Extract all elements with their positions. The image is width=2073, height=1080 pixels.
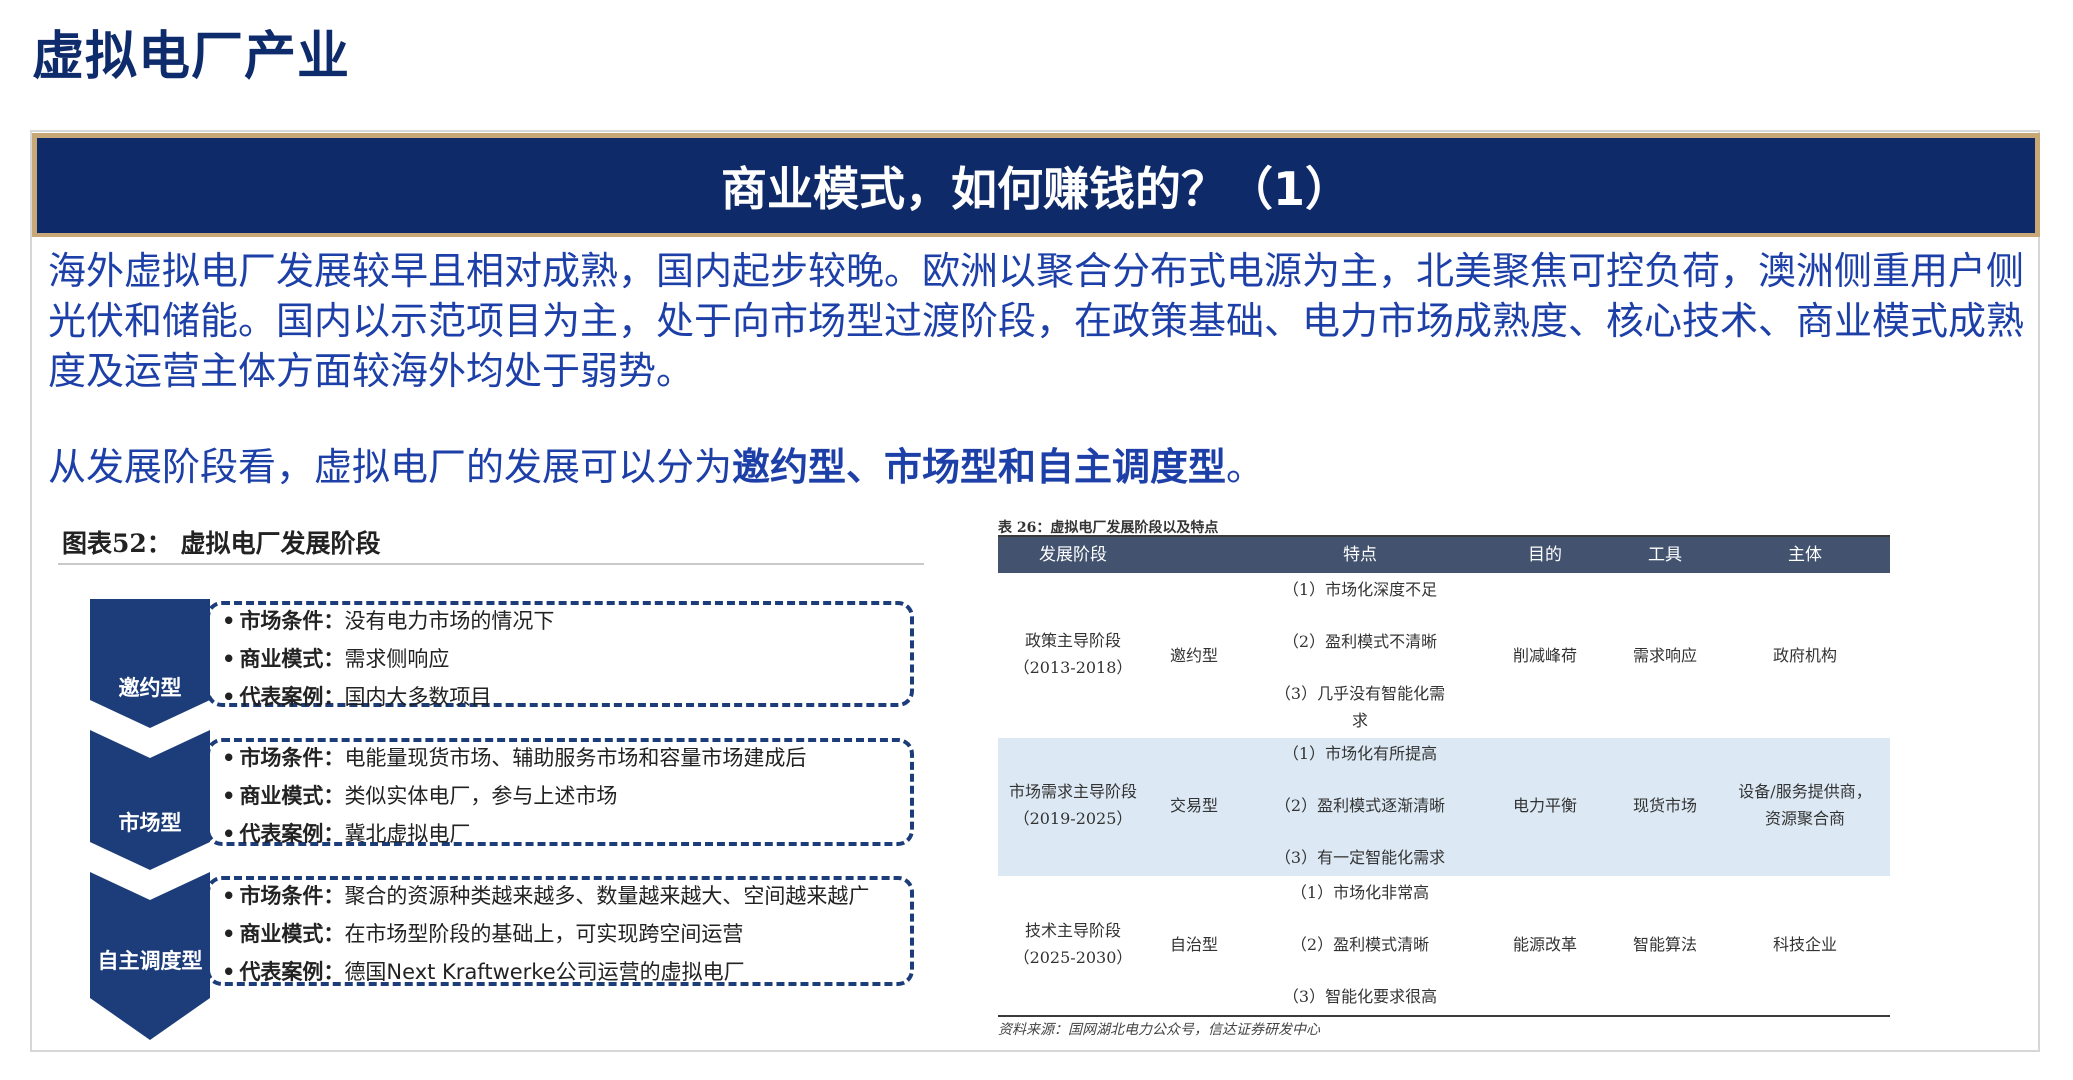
stage-label-1: 邀约型	[118, 676, 182, 700]
stage-3-bullet-2: • 商业模式：在市场型阶段的基础上，可实现跨空间运营	[222, 922, 744, 946]
stage-1-bullet-2: • 商业模式：需求侧响应	[222, 647, 450, 671]
row-2-stage: 市场需求主导阶段	[1008, 782, 1137, 801]
row-3-subject: 科技企业	[1772, 935, 1837, 954]
stage-2-bullet-1: • 市场条件：电能量现货市场、辅助服务市场和容量市场建成后	[222, 746, 807, 770]
chevron-stage-2	[90, 730, 210, 870]
stage-1-bullet-3: • 代表案例：国内大多数项目	[222, 685, 492, 709]
stage-1-bullet-1: • 市场条件：没有电力市场的情况下	[222, 609, 555, 633]
row-1-tool: 需求响应	[1632, 646, 1697, 665]
row-3-stage: 技术主导阶段	[1024, 921, 1121, 940]
row-3-feature-3: （3）智能化要求很高	[1282, 987, 1438, 1006]
row-3-feature-2: （2）盈利模式清晰	[1290, 935, 1430, 954]
row-3-feature-1: （1）市场化非常高	[1290, 883, 1430, 902]
stage-2-bullet-3: • 代表案例：冀北虚拟电厂	[222, 822, 471, 846]
table-header-features: 特点	[1343, 545, 1377, 565]
row-1-purpose: 削减峰荷	[1512, 646, 1577, 665]
table-header-subject: 主体	[1788, 545, 1822, 565]
row-2-type: 交易型	[1169, 796, 1218, 815]
stage-label-2: 市场型	[118, 811, 182, 835]
row-2-feature-1: （1）市场化有所提高	[1282, 744, 1438, 763]
row-1-feature-1: （1）市场化深度不足	[1282, 580, 1438, 599]
stage-label-3: 自主调度型	[97, 949, 203, 973]
table-header-stage: 发展阶段	[1039, 545, 1107, 565]
row-1-period: （2013-2018）	[1013, 658, 1133, 677]
chevron-stage-1	[90, 599, 210, 728]
row-2-purpose: 电力平衡	[1512, 796, 1577, 815]
row-1-type: 邀约型	[1169, 646, 1218, 665]
stage-3-bullet-1: • 市场条件：聚合的资源种类越来越多、数量越来越大、空间越来越广	[222, 884, 870, 908]
row-1-subject: 政府机构	[1772, 646, 1837, 665]
table-caption: 表 26：虚拟电厂发展阶段以及特点	[998, 520, 1219, 536]
stage-2-bullet-2: • 商业模式：类似实体电厂，参与上述市场	[222, 784, 618, 808]
row-1-feature-4: 求	[1351, 711, 1368, 730]
row-2-feature-2: （2）盈利模式逐渐清晰	[1274, 796, 1446, 815]
row-3-purpose: 能源改革	[1512, 935, 1577, 954]
row-2-feature-3: （3）有一定智能化需求	[1274, 848, 1446, 867]
row-1-stage: 政策主导阶段	[1024, 631, 1121, 650]
table-header-purpose: 目的	[1528, 545, 1562, 565]
row-1-feature-2: （2）盈利模式不清晰	[1282, 632, 1438, 651]
row-3-type: 自治型	[1169, 935, 1218, 954]
table-header: 发展阶段 特点 目的 工具 主体	[998, 537, 1890, 573]
row-3-period: （2025-2030）	[1013, 948, 1133, 967]
row-2-subject-1: 设备/服务提供商，	[1738, 782, 1872, 801]
row-1-feature-3: （3）几乎没有智能化需	[1274, 684, 1446, 703]
row-2-subject-2: 资源聚合商	[1764, 809, 1845, 828]
table-header-tool: 工具	[1648, 545, 1682, 565]
row-2-period: （2019-2025）	[1013, 809, 1133, 828]
stage-3-bullet-3: • 代表案例：德国Next Kraftwerke公司运营的虚拟电厂	[222, 960, 745, 984]
table-source: 资料来源：国网湖北电力公众号，信达证券研发中心	[998, 1022, 1320, 1038]
row-3-tool: 智能算法	[1632, 935, 1697, 954]
row-2-tool: 现货市场	[1632, 796, 1697, 815]
table-bottom-rule	[998, 1015, 1890, 1017]
